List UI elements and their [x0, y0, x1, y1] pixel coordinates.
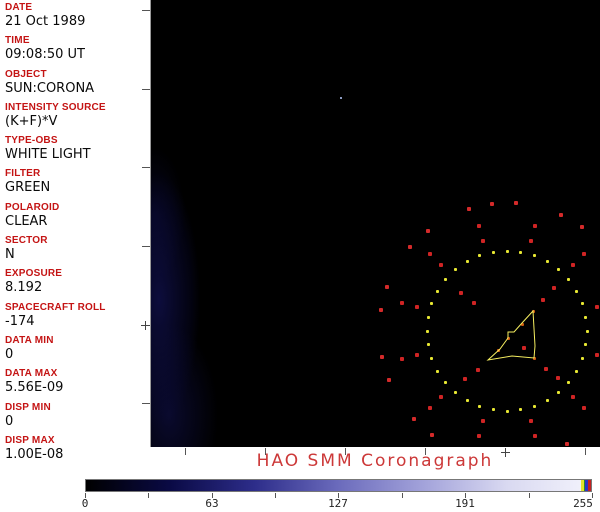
colorbar-tick-label: 255	[573, 497, 593, 510]
field-data-max: DATA MAX 5.56E-09	[0, 368, 150, 401]
field-value: WHITE LIGHT	[5, 147, 91, 163]
field-label: TIME	[5, 35, 30, 47]
field-data-min: DATA MIN 0	[0, 335, 150, 368]
colorbar-end-stripe	[581, 480, 584, 491]
field-type-obs: TYPE-OBS WHITE LIGHT	[0, 135, 150, 168]
metadata-sidebar: DATE 21 Oct 1989 TIME 09:08:50 UT OBJECT…	[0, 0, 150, 462]
field-polaroid: POLAROID CLEAR	[0, 202, 150, 235]
field-value: 21 Oct 1989	[5, 14, 86, 29]
field-disp-max: DISP MAX 1.00E-08	[0, 435, 150, 468]
field-intensity-source: INTENSITY SOURCE (K+F)*V	[0, 102, 150, 135]
field-value: 8.192	[5, 280, 43, 296]
field-time: TIME 09:08:50 UT	[0, 35, 150, 68]
field-value: 09:08:50 UT	[5, 47, 85, 63]
colorbar-tick	[275, 493, 276, 498]
field-sector: SECTOR N	[0, 235, 150, 268]
field-value: SUN:CORONA	[5, 80, 95, 96]
field-label: TYPE-OBS	[5, 135, 58, 147]
colorbar-tick-label: 191	[455, 497, 475, 510]
field-value: (K+F)*V	[5, 113, 58, 129]
colorbar-tick	[529, 493, 530, 498]
field-value: 1.00E-08	[5, 446, 64, 462]
colorbar-tick-label: 63	[205, 497, 219, 510]
field-object: OBJECT SUN:CORONA	[0, 69, 150, 102]
field-label: EXPOSURE	[5, 268, 63, 280]
field-value: N	[5, 247, 15, 263]
field-spacecraft-roll: SPACECRAFT ROLL -174	[0, 302, 150, 335]
field-value: 0	[5, 346, 14, 362]
field-value: 5.56E-09	[5, 380, 64, 396]
field-label: SECTOR	[5, 235, 48, 247]
left-axis-major-tick	[141, 321, 150, 330]
left-axis-tick	[142, 89, 150, 90]
colorbar-tick-label: 127	[328, 497, 348, 510]
colorbar-end-stripe	[584, 480, 585, 491]
field-label: POLAROID	[5, 201, 60, 213]
left-axis-tick	[142, 403, 150, 404]
left-axis-tick	[142, 167, 150, 168]
field-value: -174	[5, 313, 35, 329]
colorbar-end-stripe	[585, 480, 588, 491]
field-label: DISP MIN	[5, 401, 51, 413]
field-label: INTENSITY SOURCE	[5, 101, 106, 113]
coronagraph-viewer-window: DATE 21 Oct 1989 TIME 09:08:50 UT OBJECT…	[0, 0, 600, 512]
field-date: DATE 21 Oct 1989	[0, 2, 150, 35]
colorbar-end-stripe	[588, 480, 591, 491]
intensity-colorbar	[85, 479, 592, 492]
field-disp-min: DISP MIN 0	[0, 402, 150, 435]
field-value: CLEAR	[5, 213, 48, 229]
field-value: 0	[5, 413, 14, 429]
field-exposure: EXPOSURE 8.192	[0, 268, 150, 301]
field-value: GREEN	[5, 180, 51, 196]
field-label: SPACECRAFT ROLL	[5, 301, 106, 313]
sector-outline	[486, 309, 536, 361]
field-label: DATA MAX	[5, 368, 58, 380]
left-axis-tick	[142, 246, 150, 247]
image-title: HAO SMM Coronagraph	[256, 451, 494, 471]
colorbar-tick	[402, 493, 403, 498]
colorbar-tick-label: 0	[81, 497, 89, 510]
colorbar-tick	[148, 493, 149, 498]
field-label: FILTER	[5, 168, 41, 180]
field-label: DISP MAX	[5, 434, 55, 446]
colorbar-gradient	[86, 480, 591, 491]
image-canvas[interactable]	[150, 0, 600, 447]
field-label: DATE	[5, 2, 33, 13]
field-label: OBJECT	[5, 68, 47, 80]
field-filter: FILTER GREEN	[0, 168, 150, 201]
field-label: DATA MIN	[5, 334, 54, 346]
left-axis-tick	[142, 10, 150, 11]
